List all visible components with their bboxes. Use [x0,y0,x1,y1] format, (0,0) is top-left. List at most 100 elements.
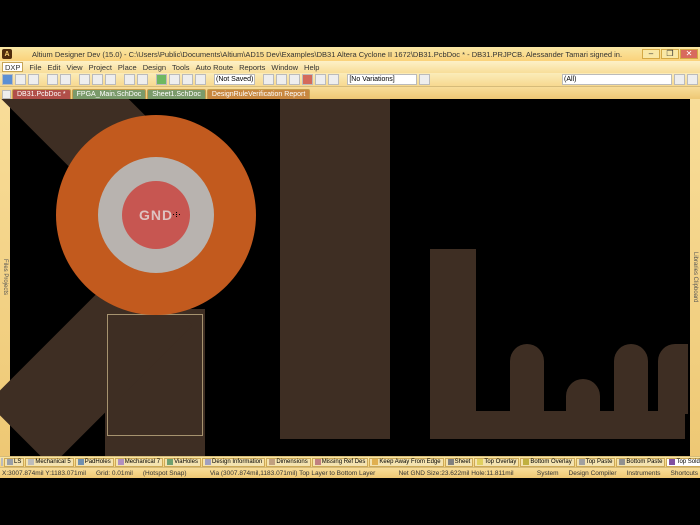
save-state-dropdown[interactable]: (Not Saved) [214,74,255,85]
panel-btn-shortcuts[interactable]: Shortcuts [671,470,698,477]
layer-tabs-prev[interactable] [1,458,3,466]
tab-sheet1[interactable]: Sheet1.SchDoc [147,89,206,99]
tab-pcbdoc[interactable]: DB31.PcbDoc * [12,89,71,99]
menu-edit[interactable]: Edit [48,63,61,72]
layer-tab-label: Top Paste [586,459,613,465]
menu-project[interactable]: Project [89,63,112,72]
menu-reports[interactable]: Reports [239,63,265,72]
layer-tab-mechanical-7[interactable]: Mechanical 7 [115,458,163,467]
layer-tab-label: ViaHoles [174,459,198,465]
menu-window[interactable]: Window [271,63,298,72]
layer-swatch [669,459,675,465]
preview-icon[interactable] [60,74,71,85]
layer-filter-dropdown[interactable]: (All) [562,74,672,85]
layer-tab-top-paste[interactable]: Top Paste [576,458,616,467]
print-icon[interactable] [47,74,58,85]
open-icon[interactable] [15,74,26,85]
undo-icon[interactable] [124,74,135,85]
right-panel-handle[interactable]: Libraries Clipboard [690,99,700,456]
layer-swatch [579,459,585,465]
menu-view[interactable]: View [66,63,82,72]
layer-tab-design-information[interactable]: Design Information [202,458,265,467]
tab-fpga-main[interactable]: FPGA_Main.SchDoc [72,89,147,99]
pcb-workspace[interactable]: Files Projects Libraries Clipboard GND [0,99,700,456]
layer-swatch [7,459,13,465]
drc-icon[interactable] [302,74,313,85]
main-toolbar: (Not Saved) [No Variations] (All) [0,73,700,87]
layer-tab-label: Bottom Paste [626,459,662,465]
menu-place[interactable]: Place [118,63,137,72]
layer-swatch [448,459,454,465]
zoom-select-icon[interactable] [195,74,206,85]
minimize-button[interactable]: – [642,49,660,59]
status-coordinates: X:3007.874mil Y:1183.071mil [2,470,86,477]
save-icon[interactable] [28,74,39,85]
variations-dropdown[interactable]: [No Variations] [347,74,417,85]
cursor-crosshair [173,212,181,218]
layer-tab-top-overlay[interactable]: Top Overlay [474,458,519,467]
layer-tab-bottom-overlay[interactable]: Bottom Overlay [520,458,574,467]
paste-icon[interactable] [105,74,116,85]
layer-swatch [619,459,625,465]
search-icon[interactable] [674,74,685,85]
panel-btn-instruments[interactable]: Instruments [627,470,661,477]
layer-tab-viaholes[interactable]: ViaHoles [164,458,201,467]
zoom-fit-icon[interactable] [182,74,193,85]
layer-tab-label: Top Solder [676,459,700,465]
maximize-button[interactable]: ❐ [661,49,679,59]
layer-tab-dimensions[interactable]: Dimensions [266,458,310,467]
trace-shape [566,379,600,419]
layer-swatch [269,459,275,465]
measure-icon[interactable] [315,74,326,85]
layer-tab-bottom-paste[interactable]: Bottom Paste [616,458,665,467]
layer-swatch [167,459,173,465]
layer-tab-keep-away-from-edge[interactable]: Keep Away From Edge [369,458,443,467]
layer-tab-label: Top Overlay [484,459,516,465]
snap-icon[interactable] [276,74,287,85]
status-bar: X:3007.874mil Y:1183.071mil Grid: 0.01mi… [0,467,700,478]
copy-icon[interactable] [92,74,103,85]
layer-tab-label: Sheet [455,459,471,465]
layer-tabs: LS Mechanical 5PadHolesMechanical 7 ViaHol… [0,456,700,467]
align-icon[interactable] [328,74,339,85]
home-icon[interactable] [2,90,11,99]
panel-btn-system[interactable]: System [537,470,559,477]
new-icon[interactable] [2,74,13,85]
tab-drc-report[interactable]: DesignRuleVerification Report [207,89,310,99]
layers-icon[interactable] [289,74,300,85]
grid-icon[interactable] [263,74,274,85]
menu-tools[interactable]: Tools [172,63,190,72]
layer-tab-label: Dimensions [276,459,307,465]
3d-icon[interactable] [419,74,430,85]
altium-app-window: A Altium Designer Dev (15.0) - C:\Users\… [0,47,700,478]
close-button[interactable]: ✕ [680,49,698,59]
menu-autoroute[interactable]: Auto Route [196,63,234,72]
layer-tab-sheet[interactable]: Sheet [445,458,474,467]
clear-icon[interactable] [687,74,698,85]
layer-swatch [78,459,84,465]
cut-icon[interactable] [79,74,90,85]
layer-tab-ls[interactable]: LS [4,458,24,467]
layer-swatch [28,459,34,465]
layer-tab-top-solder[interactable]: Top Solder [666,458,700,467]
layer-tab-label: Keep Away From Edge [379,459,440,465]
window-title: Altium Designer Dev (15.0) - C:\Users\Pu… [12,50,642,59]
layer-tab-padholes[interactable]: PadHoles [75,458,114,467]
panel-btn-design-compiler[interactable]: Design Compiler [569,470,617,477]
trace-shape [430,249,476,439]
menu-design[interactable]: Design [143,63,166,72]
status-net: Net GND Size:23.622mil Hole:11.811mil [399,470,514,477]
zoom-area-icon[interactable] [169,74,180,85]
layer-tab-missing-ref-des[interactable]: Missing Ref Des [312,458,369,467]
layer-tab-label: LS [14,459,21,465]
menu-file[interactable]: File [29,63,41,72]
pcb-canvas[interactable]: GND [10,99,690,456]
compile-icon[interactable] [156,74,167,85]
layer-tab-mechanical-5[interactable]: Mechanical 5 [25,458,73,467]
dxp-menu[interactable]: DXP [2,62,23,72]
menu-help[interactable]: Help [304,63,319,72]
trace-shape [510,344,544,414]
layer-swatch [205,459,211,465]
layer-swatch [315,459,321,465]
redo-icon[interactable] [137,74,148,85]
